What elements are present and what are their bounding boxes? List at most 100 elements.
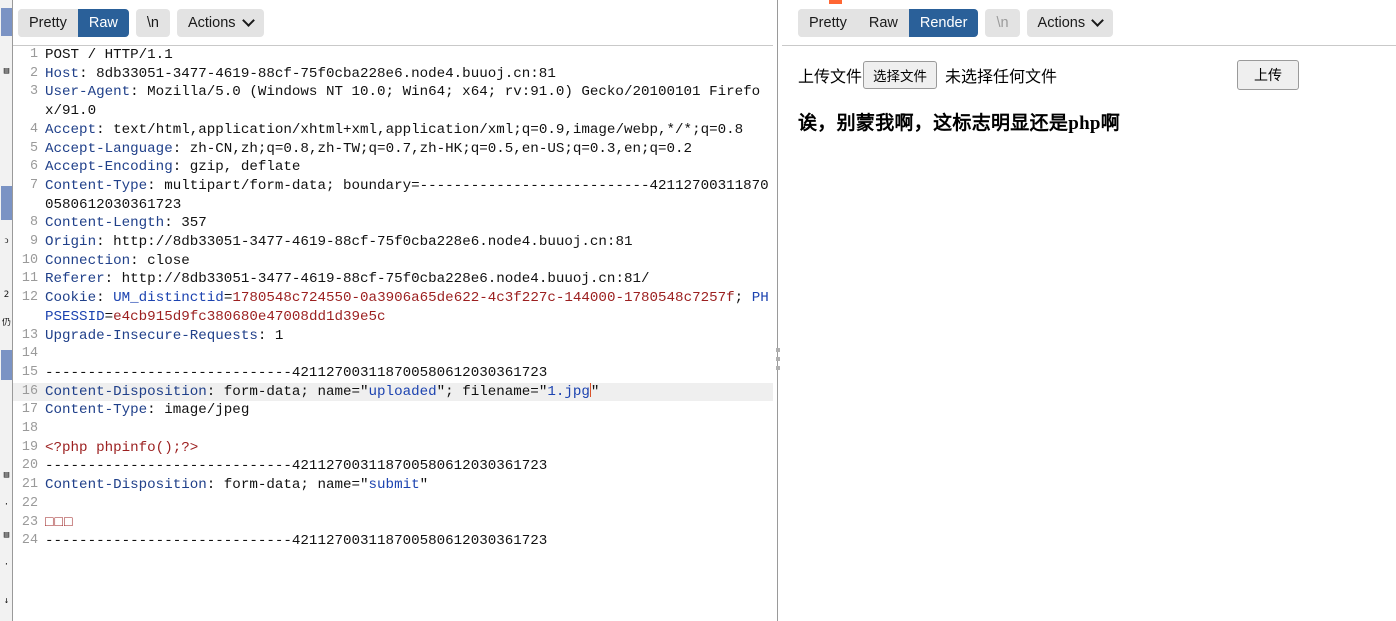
code-line[interactable]: 23 □□□ — [13, 514, 773, 533]
code-line[interactable]: 4 Accept: text/html,application/xhtml+xml… — [13, 121, 773, 140]
upload-file-label: 上传文件 — [798, 69, 863, 86]
code-token: -----------------------------42112700311… — [45, 533, 548, 550]
response-actions-button[interactable]: Actions — [1026, 8, 1114, 37]
clipped-glyph: ↄ — [4, 236, 9, 246]
splitter-line — [777, 0, 778, 621]
scroll-marker[interactable] — [1, 186, 12, 220]
code-line[interactable]: 1 POST / HTTP/1.1 — [13, 46, 773, 65]
clipped-glyph: 2 — [3, 290, 10, 300]
request-editor[interactable]: 1 POST / HTTP/1.1 2 Host: 8db33051-3477-461… — [13, 46, 773, 621]
chevron-down-icon — [244, 16, 253, 25]
code-token: Referer — [45, 271, 105, 288]
code-line[interactable]: 6 Accept-Encoding: gzip, deflate — [13, 158, 773, 177]
request-view-mode-group: Pretty Raw — [18, 8, 129, 37]
code-token: User-Agent — [45, 84, 131, 101]
code-token: = — [104, 308, 114, 325]
pane-splitter[interactable] — [773, 0, 782, 621]
line-text: Upgrade-Insecure-Requests: 1 — [45, 327, 773, 346]
line-number: 17 — [21, 402, 38, 418]
response-tab-render[interactable]: Render — [908, 8, 979, 37]
code-line[interactable]: 18 — [13, 420, 773, 439]
code-line[interactable]: 12 Cookie: UM_distinctid= 1780548c724550-0… — [13, 289, 773, 326]
line-number: 14 — [21, 346, 38, 362]
code-token: : image/jpeg — [147, 402, 250, 419]
code-token: e4cb915d9fc380680e47008dd1d39e5c — [113, 308, 386, 325]
code-line[interactable]: 22 — [13, 495, 773, 514]
code-line[interactable]: 2 Host: 8db33051-3477-4619-88cf-75f0cba22… — [13, 65, 773, 84]
code-line[interactable]: 24 -----------------------------421127003… — [13, 532, 773, 551]
code-line[interactable]: 16 Content-Disposition: form-data; name="… — [13, 382, 773, 402]
code-line[interactable]: 9 Origin: http://8db33051-3477-4619-88cf-… — [13, 233, 773, 252]
code-line[interactable]: 14 — [13, 345, 773, 364]
line-number: 3 — [29, 84, 38, 100]
code-line[interactable]: 11 Referer: http://8db33051-3477-4619-88c… — [13, 270, 773, 289]
clipped-glyph: ▤ — [3, 470, 10, 480]
upload-submit-button[interactable]: 上传 — [1237, 60, 1300, 90]
code-token: " — [590, 383, 600, 400]
line-number: 20 — [21, 458, 38, 474]
chevron-down-icon — [1093, 16, 1102, 25]
request-tab-raw[interactable]: Raw — [77, 8, 129, 37]
code-line[interactable]: 10 Connection: close — [13, 252, 773, 271]
code-line[interactable]: 20 -----------------------------421127003… — [13, 457, 773, 476]
response-actions-label: Actions — [1037, 14, 1086, 31]
code-line[interactable]: 13 Upgrade-Insecure-Requests: 1 — [13, 327, 773, 346]
line-number: 4 — [29, 121, 38, 137]
request-code-rows: 1 POST / HTTP/1.1 2 Host: 8db33051-3477-461… — [13, 46, 773, 551]
line-text: Content-Disposition: form-data; name="su… — [45, 476, 773, 495]
code-line[interactable]: 7 Content-Type: multipart/form-data; boun… — [13, 177, 773, 214]
request-actions-button[interactable]: Actions — [176, 8, 264, 37]
code-line[interactable]: 3 User-Agent: Mozilla/5.0 (Windows NT 10.… — [13, 83, 773, 120]
line-text — [45, 345, 773, 364]
line-number: 9 — [29, 234, 38, 250]
scroll-marker[interactable] — [1, 8, 12, 36]
clipped-glyph: · — [3, 560, 10, 570]
code-token: : zh-CN,zh;q=0.8,zh-TW;q=0.7,zh-HK;q=0.5… — [172, 140, 693, 157]
line-text — [45, 420, 773, 439]
response-pane: Pretty Raw Render \n Actions 上传文件 选择文件 未… — [782, 0, 1396, 621]
line-text: Connection: close — [45, 252, 773, 271]
line-number: 6 — [29, 159, 38, 175]
code-token: "; filename=" — [436, 383, 548, 400]
line-text: Content-Type: multipart/form-data; bound… — [45, 177, 773, 214]
request-pane: Pretty Raw \n Actions 1 POST / HTTP/1.1 2 H… — [13, 0, 773, 621]
response-render-view: 上传文件 选择文件 未选择任何文件 上传 诶，别蒙我啊，这标志明显还是php啊 — [782, 46, 1396, 621]
code-token: " — [419, 477, 429, 494]
code-token: Content-Disposition — [45, 477, 207, 494]
code-line[interactable]: 15 -----------------------------421127003… — [13, 364, 773, 383]
response-tab-raw[interactable]: Raw — [857, 8, 909, 37]
code-token: 1780548c724550-0a3906a65de622-4c3f227c-1… — [232, 290, 735, 307]
line-number: 15 — [21, 364, 38, 380]
line-number: 16 — [21, 383, 38, 399]
code-token: Accept — [45, 121, 97, 138]
code-token: Accept-Encoding — [45, 159, 173, 176]
orange-indicator-sliver — [829, 0, 842, 4]
code-line[interactable]: 17 Content-Type: image/jpeg — [13, 401, 773, 420]
code-line[interactable]: 5 Accept-Language: zh-CN,zh;q=0.8,zh-TW;q… — [13, 140, 773, 159]
code-line[interactable]: 19 <?php phpinfo();?> — [13, 439, 773, 458]
burp-repeater-window: ▤ ↄ 2 仍 ▤ · ▤ · ↓ Pretty Raw \n Actions 1 POST / … — [0, 0, 1396, 621]
line-number: 2 — [29, 65, 38, 81]
line-number: 18 — [21, 421, 38, 437]
line-number: 5 — [29, 140, 38, 156]
choose-file-button[interactable]: 选择文件 — [863, 61, 938, 89]
line-text: -----------------------------42112700311… — [45, 532, 773, 551]
line-text: Accept-Encoding: gzip, deflate — [45, 158, 773, 177]
code-line[interactable]: 8 Content-Length: 357 — [13, 214, 773, 233]
file-selection-status: 未选择任何文件 — [945, 69, 1058, 86]
left-edge-strip[interactable]: ▤ ↄ 2 仍 ▤ · ▤ · ↓ — [0, 0, 13, 621]
line-text: Origin: http://8db33051-3477-4619-88cf-7… — [45, 233, 773, 252]
request-newline-button[interactable]: \n — [135, 8, 170, 37]
line-text: User-Agent: Mozilla/5.0 (Windows NT 10.0… — [45, 83, 773, 120]
request-tab-pretty[interactable]: Pretty — [18, 8, 78, 37]
code-line[interactable]: 21 Content-Disposition: form-data; name="… — [13, 476, 773, 495]
code-token: Origin — [45, 234, 97, 251]
code-token: uploaded — [368, 383, 437, 400]
splitter-grip-icon[interactable] — [774, 348, 781, 374]
line-text: Cookie: UM_distinctid= 1780548c724550-0a3… — [45, 289, 773, 326]
scroll-marker[interactable] — [1, 350, 12, 380]
clipped-glyph: 仍 — [1, 318, 11, 328]
response-tab-pretty[interactable]: Pretty — [798, 8, 858, 37]
line-text: Host: 8db33051-3477-4619-88cf-75f0cba228… — [45, 65, 773, 84]
clipped-glyph: · — [3, 500, 10, 510]
